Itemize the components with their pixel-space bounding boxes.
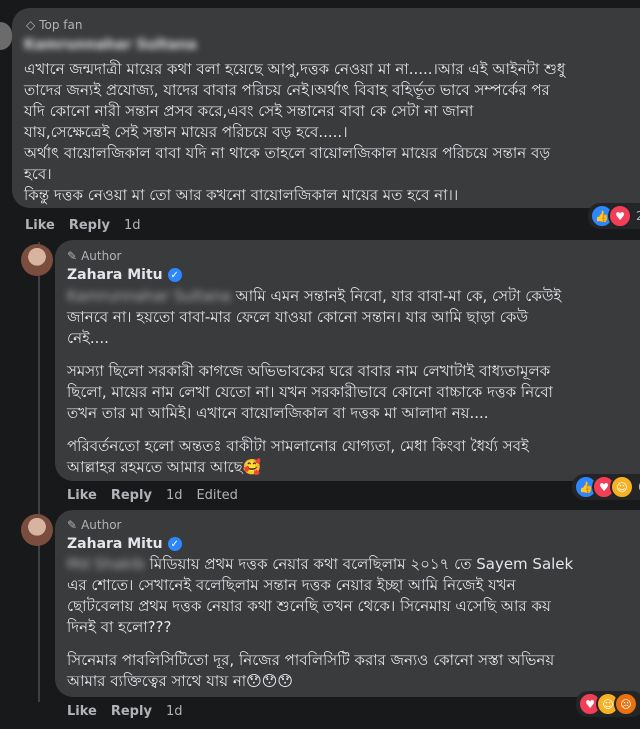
author-badge: ✎ Author bbox=[67, 518, 122, 532]
pencil-icon: ✎ bbox=[67, 249, 78, 263]
comment-bubble: ✎ Author Zahara Mitu ✓ Md Shakib মিডিয়া… bbox=[55, 510, 640, 697]
diamond-icon: ◇ bbox=[26, 18, 36, 32]
angry-reaction-icon: ☹ bbox=[614, 692, 638, 716]
mention-link[interactable]: Md Shakib bbox=[67, 555, 145, 573]
pencil-icon: ✎ bbox=[67, 518, 78, 532]
comment-text: Kamrunnahar Sultana আমি এমন সন্তানই নিবো… bbox=[67, 287, 562, 476]
like-button[interactable]: Like bbox=[67, 704, 97, 719]
commenter-name[interactable]: Zahara Mitu bbox=[67, 267, 163, 283]
reaction-count: 2 bbox=[636, 209, 640, 223]
reactions-summary[interactable]: 👍 ♥ 2 bbox=[588, 203, 640, 229]
timestamp[interactable]: 1d bbox=[166, 704, 183, 719]
commenter-name[interactable]: Zahara Mitu bbox=[67, 536, 163, 552]
reply-button[interactable]: Reply bbox=[111, 488, 152, 503]
comment-bubble: ◇ Top fan Kamrunnahar Sultana এখানে জন্ম… bbox=[12, 8, 640, 208]
comment-bubble: ✎ Author Zahara Mitu ✓ Kamrunnahar Sulta… bbox=[55, 240, 640, 481]
care-reaction-icon: ☺ bbox=[610, 475, 634, 499]
edited-label[interactable]: Edited bbox=[196, 488, 237, 503]
top-fan-badge: ◇ Top fan bbox=[26, 18, 83, 32]
comment-text: এখানে জন্মদাত্রী মায়ের কথা বলা হয়েছে আ… bbox=[24, 60, 566, 204]
verified-icon: ✓ bbox=[167, 268, 182, 282]
timestamp[interactable]: 1d bbox=[124, 218, 141, 233]
commenter-name-row: Zahara Mitu ✓ bbox=[67, 267, 182, 283]
reactions-summary[interactable]: ♥ ☺ ☹ bbox=[576, 691, 640, 717]
avatar[interactable] bbox=[21, 514, 53, 546]
mention-link[interactable]: Kamrunnahar Sultana bbox=[67, 287, 231, 305]
avatar[interactable] bbox=[21, 244, 53, 276]
author-badge: ✎ Author bbox=[67, 249, 122, 263]
reactions-summary[interactable]: 👍 ♥ ☺ 6 bbox=[572, 474, 640, 500]
commenter-name[interactable]: Kamrunnahar Sultana bbox=[24, 37, 197, 53]
comment-actions: Like Reply 1d bbox=[25, 218, 140, 233]
thread-line bbox=[38, 242, 40, 702]
verified-icon: ✓ bbox=[167, 537, 182, 551]
commenter-name-row: Zahara Mitu ✓ bbox=[67, 536, 182, 552]
reply-button[interactable]: Reply bbox=[69, 218, 110, 233]
love-reaction-icon: ♥ bbox=[608, 204, 632, 228]
comment-actions: Like Reply 1d bbox=[67, 704, 182, 719]
reply-button[interactable]: Reply bbox=[111, 704, 152, 719]
comment-actions: Like Reply 1d Edited bbox=[67, 488, 238, 503]
comment-text: Md Shakib মিডিয়ায় প্রথম দত্তক নেয়ার ক… bbox=[67, 555, 574, 690]
like-button[interactable]: Like bbox=[67, 488, 97, 503]
timestamp[interactable]: 1d bbox=[166, 488, 183, 503]
like-button[interactable]: Like bbox=[25, 218, 55, 233]
avatar[interactable] bbox=[0, 22, 12, 50]
